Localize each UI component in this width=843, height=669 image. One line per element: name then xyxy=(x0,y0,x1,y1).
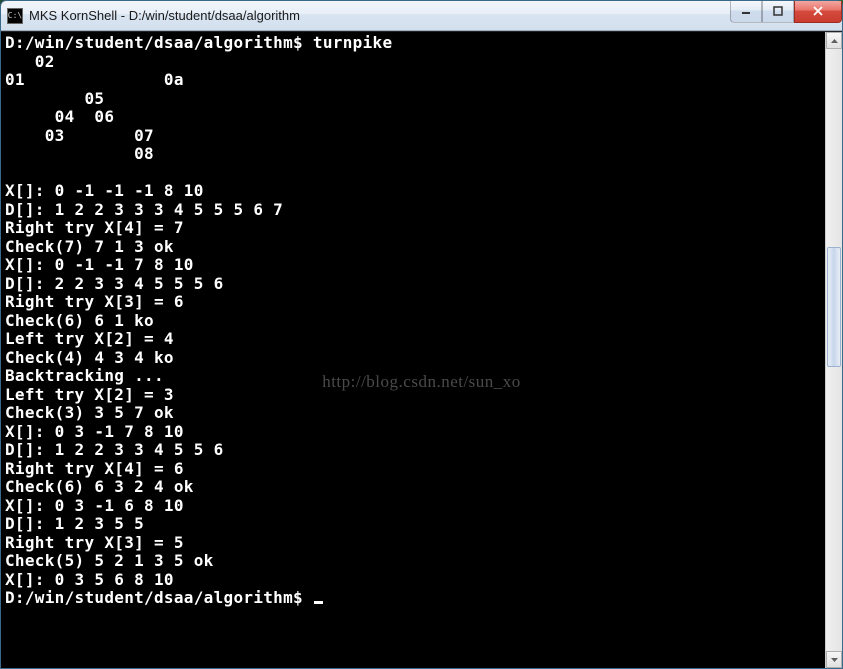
terminal-line: D[]: 1 2 2 3 3 3 4 5 5 5 6 7 xyxy=(5,201,825,220)
cursor xyxy=(314,601,323,604)
terminal-line: Check(6) 6 3 2 4 ok xyxy=(5,478,825,497)
terminal-line: X[]: 0 -1 -1 7 8 10 xyxy=(5,256,825,275)
scroll-up-button[interactable] xyxy=(826,32,842,49)
app-icon: C:\ xyxy=(7,8,23,24)
terminal-output[interactable]: D:/win/student/dsaa/algorithm$ turnpike … xyxy=(1,32,825,668)
terminal-line: X[]: 0 -1 -1 -1 8 10 xyxy=(5,182,825,201)
terminal-line: X[]: 0 3 5 6 8 10 xyxy=(5,571,825,590)
terminal-line: D[]: 1 2 3 5 5 xyxy=(5,515,825,534)
terminal-container: D:/win/student/dsaa/algorithm$ turnpike … xyxy=(1,31,842,668)
maximize-icon xyxy=(773,6,783,16)
terminal-line: 05 xyxy=(5,90,825,109)
terminal-line: Check(6) 6 1 ko xyxy=(5,312,825,331)
terminal-line: Check(7) 7 1 3 ok xyxy=(5,238,825,257)
terminal-line: Backtracking ... xyxy=(5,367,825,386)
minimize-button[interactable] xyxy=(730,1,762,23)
application-window: C:\ MKS KornShell - D:/win/student/dsaa/… xyxy=(0,0,843,669)
close-icon xyxy=(812,6,824,16)
maximize-button[interactable] xyxy=(762,1,794,23)
terminal-line: X[]: 0 3 -1 7 8 10 xyxy=(5,423,825,442)
chevron-up-icon xyxy=(830,38,839,44)
terminal-line: Check(5) 5 2 1 3 5 ok xyxy=(5,552,825,571)
terminal-line: Right try X[3] = 6 xyxy=(5,293,825,312)
terminal-line: 03 07 xyxy=(5,127,825,146)
terminal-line: D:/win/student/dsaa/algorithm$ turnpike xyxy=(5,34,825,53)
terminal-line xyxy=(5,164,825,183)
scroll-down-button[interactable] xyxy=(826,651,842,668)
close-button[interactable] xyxy=(794,1,842,23)
terminal-line: Check(3) 3 5 7 ok xyxy=(5,404,825,423)
vertical-scrollbar[interactable] xyxy=(825,32,842,668)
terminal-line: X[]: 0 3 -1 6 8 10 xyxy=(5,497,825,516)
chevron-down-icon xyxy=(830,657,839,663)
terminal-line: Left try X[2] = 3 xyxy=(5,386,825,405)
app-icon-glyph: C:\ xyxy=(8,12,22,20)
terminal-line: D[]: 2 2 3 3 4 5 5 5 6 xyxy=(5,275,825,294)
terminal-line: Right try X[4] = 7 xyxy=(5,219,825,238)
terminal-prompt[interactable]: D:/win/student/dsaa/algorithm$ xyxy=(5,589,825,608)
window-title: MKS KornShell - D:/win/student/dsaa/algo… xyxy=(29,8,730,23)
terminal-line: 01 0a xyxy=(5,71,825,90)
terminal-line: 08 xyxy=(5,145,825,164)
scroll-thumb[interactable] xyxy=(827,247,841,367)
window-controls xyxy=(730,1,842,23)
minimize-icon xyxy=(741,7,751,15)
terminal-line: Check(4) 4 3 4 ko xyxy=(5,349,825,368)
terminal-line: Right try X[3] = 5 xyxy=(5,534,825,553)
terminal-line: D[]: 1 2 2 3 3 4 5 5 6 xyxy=(5,441,825,460)
titlebar[interactable]: C:\ MKS KornShell - D:/win/student/dsaa/… xyxy=(1,1,842,31)
terminal-line: Right try X[4] = 6 xyxy=(5,460,825,479)
terminal-line: 04 06 xyxy=(5,108,825,127)
terminal-line: 02 xyxy=(5,53,825,72)
terminal-line: Left try X[2] = 4 xyxy=(5,330,825,349)
